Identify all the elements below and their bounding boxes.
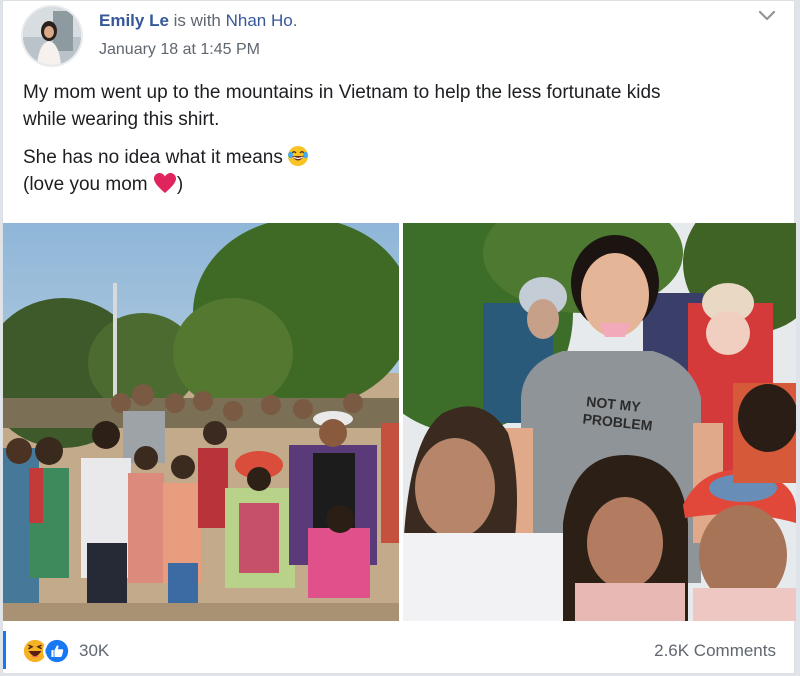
post-paragraph-1: My mom went up to the mountains in Vietn… <box>23 79 783 133</box>
post-header: Emily Le is with Nhan Ho. January 18 at … <box>3 1 794 71</box>
post-timestamp[interactable]: January 18 at 1:45 PM <box>99 41 260 59</box>
post-line: while wearing this shirt. <box>23 109 220 130</box>
red-heart-emoji-icon <box>153 173 176 193</box>
author-line: Emily Le is with Nhan Ho. <box>99 11 297 31</box>
period: . <box>292 11 298 30</box>
photo-grid: NOT MY PROBLEM <box>3 223 796 621</box>
like-reaction-icon <box>43 637 71 665</box>
post-line-wrap: (love you mom ) <box>23 171 783 198</box>
focus-indicator <box>3 631 6 669</box>
post-card: Emily Le is with Nhan Ho. January 18 at … <box>2 0 796 675</box>
with-text: is with <box>168 11 226 30</box>
tagged-friend[interactable]: Nhan Ho <box>226 11 293 30</box>
chevron-down-icon[interactable] <box>758 9 776 23</box>
post-line: My mom went up to the mountains in Vietn… <box>23 82 661 103</box>
laughing-crying-emoji-icon <box>287 146 308 166</box>
post-line: (love you mom <box>23 174 153 195</box>
photo-children-group[interactable] <box>3 223 399 621</box>
post-paragraph-2: She has no idea what it means (love you … <box>23 144 783 198</box>
avatar[interactable] <box>21 5 83 67</box>
comments-count-link[interactable]: 2.6K Comments <box>654 641 776 661</box>
reaction-summary[interactable]: 30K <box>21 637 109 665</box>
post-line: ) <box>176 174 184 195</box>
reaction-count: 30K <box>79 641 110 660</box>
author-name[interactable]: Emily Le <box>99 11 169 30</box>
post-line: She has no idea what it means <box>23 147 283 168</box>
photo-mom-shirt[interactable]: NOT MY PROBLEM <box>403 223 796 621</box>
post-text: My mom went up to the mountains in Vietn… <box>23 79 783 209</box>
post-line-wrap: She has no idea what it means <box>23 144 783 171</box>
post-footer: 30K 2.6K Comments <box>3 625 794 675</box>
